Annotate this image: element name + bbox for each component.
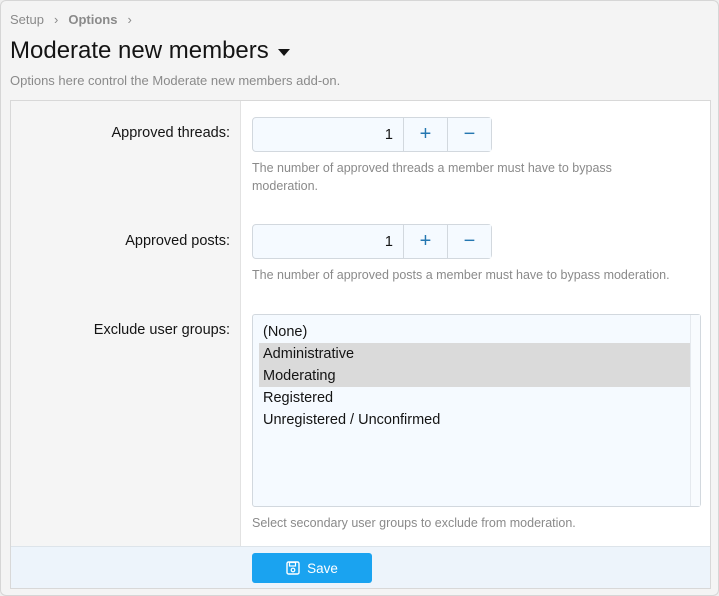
page-title-menu[interactable]: Moderate new members (10, 37, 290, 65)
floppy-disk-icon (286, 561, 300, 575)
approved-posts-increment-button[interactable]: + (403, 225, 447, 258)
list-option-moderating[interactable]: Moderating (259, 365, 691, 387)
label-column: Approved threads: Approved posts: Exclud… (11, 101, 241, 546)
listbox-scrollbar[interactable] (690, 315, 700, 506)
approved-threads-increment-button[interactable]: + (403, 118, 447, 151)
approved-threads-stepper: 1 + − (252, 117, 492, 152)
approved-threads-input[interactable]: 1 (253, 118, 403, 151)
list-option-unregistered[interactable]: Unregistered / Unconfirmed (259, 409, 691, 431)
breadcrumb-options-link[interactable]: Options (68, 12, 117, 27)
options-form: Approved threads: Approved posts: Exclud… (10, 100, 711, 589)
list-option-none[interactable]: (None) (259, 321, 691, 343)
approved-threads-decrement-button[interactable]: − (447, 118, 491, 151)
form-footer: Save (11, 546, 710, 588)
save-button[interactable]: Save (252, 553, 372, 583)
approved-threads-hint-line1: The number of approved threads a member … (252, 161, 612, 175)
page-title: Moderate new members (10, 37, 269, 64)
options-page: Setup › Options › Moderate new members O… (0, 0, 719, 596)
exclude-user-groups-label: Exclude user groups: (93, 322, 230, 338)
approved-threads-label: Approved threads: (111, 125, 231, 141)
approved-posts-hint: The number of approved posts a member mu… (252, 268, 670, 282)
approved-threads-hint: The number of approved threads a member … (252, 159, 612, 195)
breadcrumb-setup-link[interactable]: Setup (10, 12, 44, 27)
save-button-label: Save (307, 560, 338, 576)
caret-down-icon (277, 49, 290, 56)
exclude-user-groups-select[interactable]: (None) Administrative Moderating Registe… (252, 314, 701, 507)
page-description: Options here control the Moderate new me… (10, 73, 341, 88)
approved-posts-stepper: 1 + − (252, 224, 492, 259)
chevron-right-icon: › (127, 12, 132, 27)
approved-posts-decrement-button[interactable]: − (447, 225, 491, 258)
approved-posts-label: Approved posts: (125, 233, 230, 249)
exclude-user-groups-hint: Select secondary user groups to exclude … (252, 516, 576, 530)
approved-threads-hint-line2: moderation. (252, 179, 319, 193)
approved-posts-input[interactable]: 1 (253, 225, 403, 258)
breadcrumb: Setup › Options › (10, 12, 142, 27)
list-option-registered[interactable]: Registered (259, 387, 691, 409)
list-option-administrative[interactable]: Administrative (259, 343, 691, 365)
chevron-right-icon: › (53, 12, 59, 27)
